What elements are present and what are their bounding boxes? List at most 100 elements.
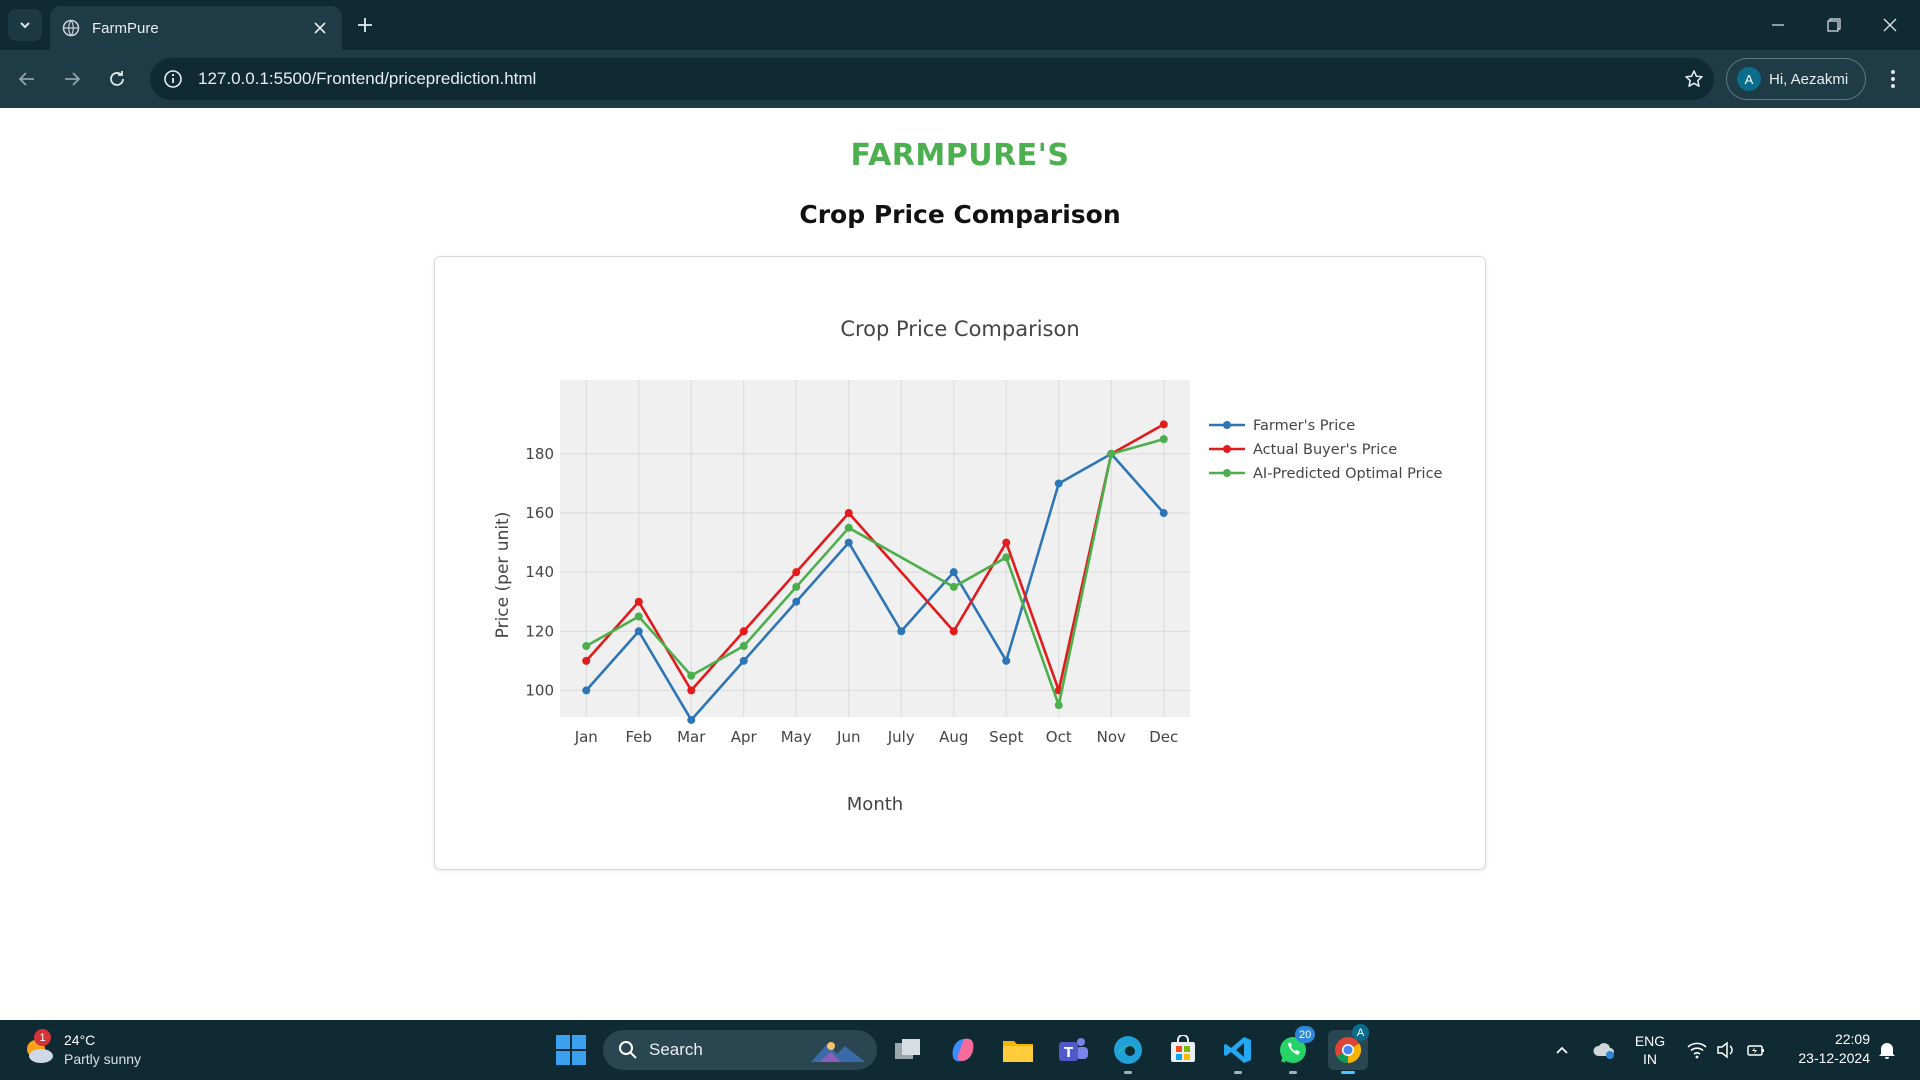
volume-tray[interactable] [1713,1030,1739,1070]
x-tick-label: May [781,728,812,746]
tab-close-icon[interactable] [310,18,330,38]
restore-button[interactable] [1806,0,1862,50]
url-text: 127.0.0.1:5500/Frontend/priceprediction.… [198,69,537,88]
y-tick-label: 180 [525,445,554,463]
data-point[interactable] [949,627,958,636]
vscode-button[interactable] [1218,1030,1258,1074]
data-point[interactable] [634,627,643,636]
region-code: IN [1643,1051,1657,1067]
data-point[interactable] [582,642,591,651]
legend-label[interactable]: Farmer's Price [1253,418,1355,434]
clock[interactable]: 22:09 23-12-2024 [1780,1030,1870,1068]
browser-tab-active[interactable]: FarmPure [50,6,342,50]
weather-widget[interactable]: 1 24°C Partly sunny [22,1028,141,1072]
data-point[interactable] [1159,420,1168,429]
chart-title: Crop Price Comparison [840,317,1079,341]
language-indicator[interactable]: ENG IN [1630,1030,1670,1070]
x-tick-label: Jun [836,728,860,746]
data-point[interactable] [1002,656,1011,665]
browser-menu-button[interactable] [1878,62,1908,96]
whatsapp-button[interactable]: 20 [1273,1026,1316,1074]
minimize-button[interactable] [1750,0,1806,50]
profile-label: Hi, Aezakmi [1769,70,1849,88]
edge-icon [1114,1036,1142,1064]
edge-button[interactable] [1108,1030,1148,1074]
x-tick-label: Mar [677,728,706,746]
new-tab-button[interactable] [352,12,378,38]
data-point[interactable] [949,568,958,577]
site-info-icon[interactable] [162,68,184,90]
data-point[interactable] [582,686,591,695]
address-bar[interactable]: 127.0.0.1:5500/Frontend/priceprediction.… [150,58,1714,100]
teams-button[interactable]: T [1053,1030,1093,1070]
running-indicator [1289,1071,1297,1074]
data-point[interactable] [792,582,801,591]
data-point[interactable] [1107,449,1116,458]
data-point[interactable] [687,715,696,724]
task-view-button[interactable] [888,1030,928,1070]
data-point[interactable] [1002,538,1011,547]
data-point[interactable] [634,597,643,606]
notifications-button[interactable] [1874,1030,1900,1070]
data-point[interactable] [739,656,748,665]
running-indicator [1234,1071,1242,1074]
data-point[interactable] [739,627,748,636]
data-point[interactable] [687,686,696,695]
bookmark-star-icon[interactable] [1674,59,1714,99]
copilot-button[interactable] [943,1030,983,1070]
data-point[interactable] [844,523,853,532]
data-point[interactable] [1054,701,1063,710]
restore-icon [1827,18,1841,32]
price-line-chart: 100 120 140 160 180 Jan Feb Mar Apr May Jun July Au… [493,317,1443,815]
data-point[interactable] [844,509,853,518]
forward-button[interactable] [55,62,89,96]
active-indicator [1341,1071,1355,1074]
onedrive-tray[interactable] [1590,1030,1618,1070]
data-point[interactable] [792,597,801,606]
data-point[interactable] [792,568,801,577]
back-button[interactable] [10,62,44,96]
data-point[interactable] [844,538,853,547]
x-tick-label: Feb [625,728,652,746]
y-tick-label: 100 [525,681,554,699]
plot-background [560,380,1190,717]
show-hidden-icons-button[interactable] [1550,1030,1574,1070]
chrome-button[interactable]: A [1328,1024,1369,1074]
minimize-icon [1772,24,1784,26]
x-tick-label: Oct [1046,728,1072,746]
weather-badge: 1 [34,1029,51,1046]
browser-toolbar: 127.0.0.1:5500/Frontend/priceprediction.… [0,50,1920,108]
file-explorer-button[interactable] [998,1030,1038,1070]
store-button[interactable] [1163,1030,1203,1070]
data-point[interactable] [582,656,591,665]
legend-label[interactable]: AI-Predicted Optimal Price [1253,466,1443,482]
data-point[interactable] [1054,479,1063,488]
battery-charging-icon [1747,1045,1764,1056]
data-point[interactable] [739,642,748,651]
arrow-right-icon [65,72,81,86]
close-window-button[interactable] [1862,0,1918,50]
brand-title: FARMPURE'S [850,138,1070,173]
profile-button[interactable]: A Hi, Aezakmi [1726,58,1866,100]
data-point[interactable] [687,671,696,680]
globe-icon [62,19,80,37]
page-heading: Crop Price Comparison [799,200,1121,229]
x-tick-label: Sept [989,728,1023,746]
taskbar-search[interactable]: Search [603,1030,877,1070]
battery-tray[interactable] [1743,1030,1769,1070]
search-highlight-icon [811,1042,865,1062]
plus-icon [358,18,372,32]
data-point[interactable] [1002,553,1011,562]
clock-date: 23-12-2024 [1798,1050,1870,1066]
search-label: Search [649,1040,703,1059]
reload-button[interactable] [100,62,134,96]
data-point[interactable] [1159,435,1168,444]
tab-search-button[interactable] [8,9,42,41]
start-button[interactable] [555,1034,587,1066]
data-point[interactable] [634,612,643,621]
data-point[interactable] [949,582,958,591]
wifi-tray[interactable] [1684,1030,1710,1070]
data-point[interactable] [1159,509,1168,518]
data-point[interactable] [897,627,906,636]
legend-label[interactable]: Actual Buyer's Price [1253,442,1397,458]
